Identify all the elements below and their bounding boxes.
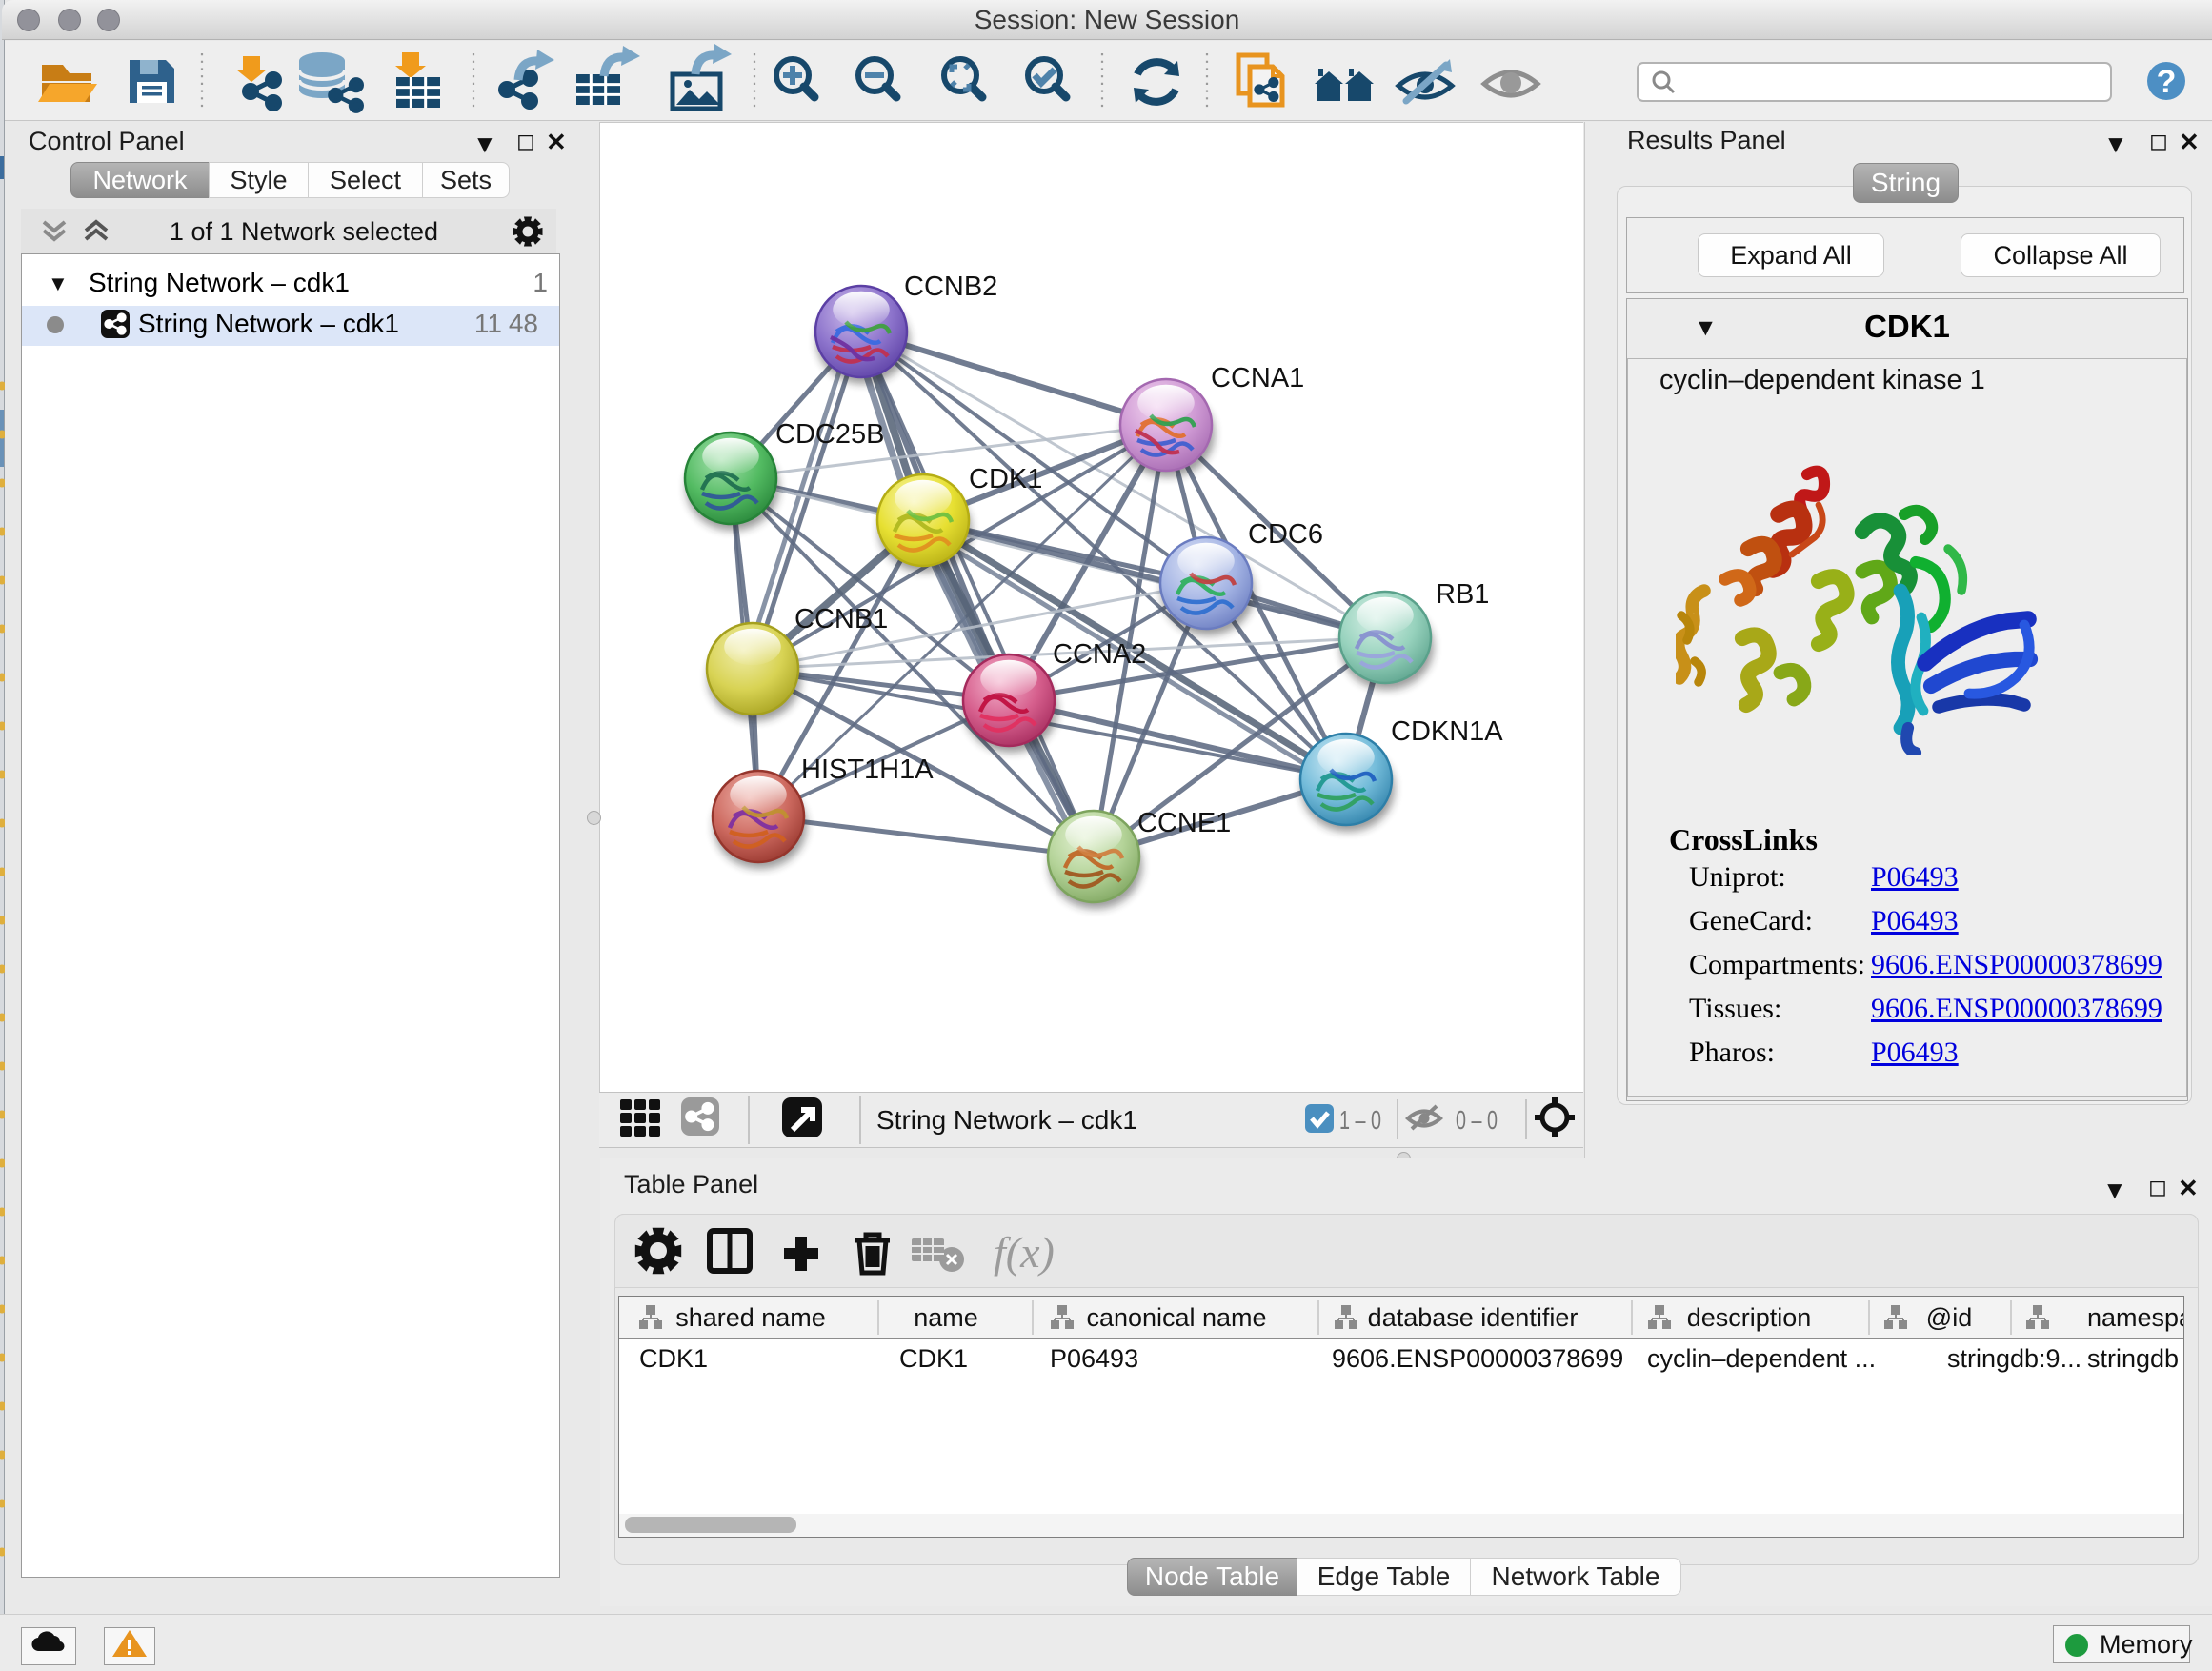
svg-text:CDC25B: CDC25B [775, 419, 884, 450]
svg-text:CDK1: CDK1 [639, 1344, 708, 1373]
svg-text:@id: @id [1926, 1303, 1972, 1332]
svg-text:CDK1: CDK1 [899, 1344, 968, 1373]
svg-text:stringdb:9...: stringdb:9... [1947, 1344, 2081, 1373]
svg-text:shared name: shared name [675, 1303, 826, 1332]
svg-text:CDC6: CDC6 [1248, 519, 1323, 550]
svg-text:String Network – cdk1: String Network – cdk1 [876, 1105, 1137, 1135]
svg-text:f(x): f(x) [994, 1228, 1055, 1277]
svg-text:name: name [914, 1303, 978, 1332]
svg-text:stringdb: stringdb [2087, 1344, 2179, 1373]
svg-text:CCNE1: CCNE1 [1137, 808, 1231, 838]
svg-text:RB1: RB1 [1436, 579, 1489, 610]
svg-text:CCNB2: CCNB2 [904, 272, 997, 302]
svg-text:9606.ENSP00000378699: 9606.ENSP00000378699 [1332, 1344, 1623, 1373]
svg-text:CCNB1: CCNB1 [794, 604, 888, 634]
svg-text:1 – 0: 1 – 0 [1339, 1105, 1381, 1135]
svg-text:0 – 0: 0 – 0 [1456, 1105, 1498, 1135]
svg-text:database identifier: database identifier [1368, 1303, 1579, 1332]
svg-text:?: ? [2157, 64, 2177, 100]
svg-text:cyclin–dependent ...: cyclin–dependent ... [1647, 1344, 1876, 1373]
svg-text:CDK1: CDK1 [969, 464, 1042, 494]
svg-text:namespace: namespace [2087, 1303, 2183, 1332]
svg-text:CDKN1A: CDKN1A [1391, 716, 1503, 747]
svg-text:description: description [1687, 1303, 1812, 1332]
svg-text:CCNA2: CCNA2 [1053, 639, 1146, 670]
svg-text:HIST1H1A: HIST1H1A [801, 755, 934, 785]
svg-text:CCNA1: CCNA1 [1211, 363, 1304, 393]
svg-text:P06493: P06493 [1050, 1344, 1138, 1373]
svg-text:canonical name: canonical name [1086, 1303, 1266, 1332]
